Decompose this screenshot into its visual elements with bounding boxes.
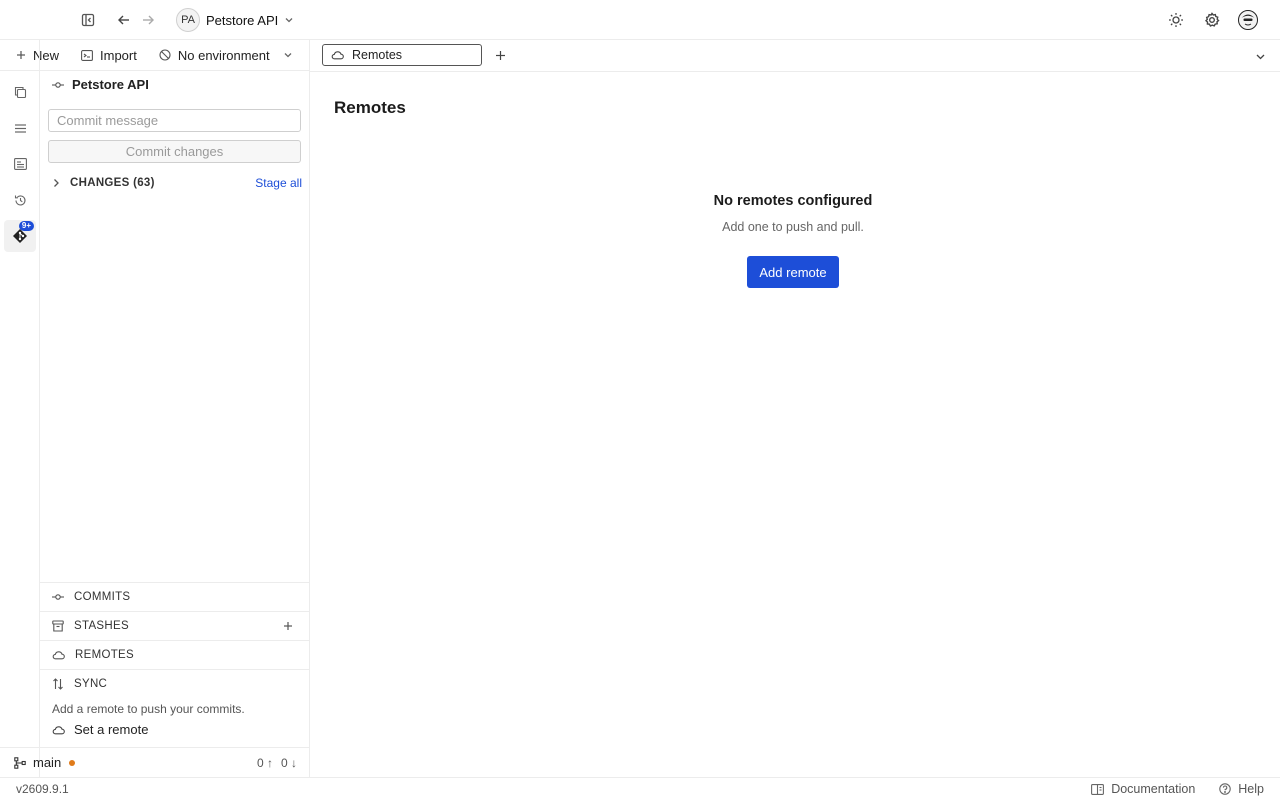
sidebar-header: Petstore API (52, 77, 149, 92)
user-avatar[interactable] (1236, 8, 1260, 32)
stage-all-button[interactable]: Stage all (255, 176, 302, 190)
book-icon (1091, 783, 1105, 795)
environment-label: No environment (177, 47, 270, 63)
project-name: Petstore API (206, 12, 279, 28)
commits-label: COMMITS (74, 591, 131, 603)
back-arrow-icon[interactable] (112, 8, 136, 32)
archive-icon (52, 620, 64, 632)
commit-changes-button[interactable]: Commit changes (48, 140, 301, 163)
cloud-icon (331, 50, 344, 60)
sun-icon[interactable] (1164, 8, 1188, 32)
stashes-section-header[interactable]: STASHES (40, 611, 309, 640)
branch-bar: main 0 ↑ 0 ↓ (0, 747, 310, 777)
import-icon (81, 49, 93, 61)
branch-icon (14, 756, 26, 769)
chevron-right-icon (52, 178, 60, 188)
status-bar: v2609.9.1 Documentation Help (0, 777, 1280, 800)
uncommitted-dot (69, 759, 76, 766)
add-remote-button[interactable]: Add remote (747, 256, 839, 288)
sidebar-toolbar: New Import No environment (0, 40, 310, 71)
remotes-section-header[interactable]: REMOTES (40, 640, 309, 669)
page-title: Remotes (334, 98, 406, 117)
new-tab-plus-icon[interactable] (490, 45, 510, 65)
history-icon (14, 194, 27, 207)
empty-state-subtitle: Add one to push and pull. (722, 220, 864, 234)
no-entry-icon (159, 49, 171, 61)
environment-selector[interactable]: No environment (155, 43, 297, 67)
toggle-sidebar-icon[interactable] (76, 8, 100, 32)
git-sidebar: Petstore API Commit changes CHANGES (63)… (40, 71, 310, 777)
import-label: Import (100, 47, 137, 63)
sync-counts[interactable]: 0 ↑ 0 ↓ (257, 756, 297, 770)
sync-arrows-icon (52, 678, 64, 690)
git-badge: 9+ (18, 221, 34, 231)
tab-strip: Remotes (310, 40, 1280, 72)
empty-state-title: No remotes configured (713, 193, 873, 209)
commit-node-icon (52, 593, 64, 601)
branch-name[interactable]: main (33, 755, 61, 770)
commits-section-header[interactable]: COMMITS (40, 582, 309, 611)
ahead-count: 0 ↑ (256, 755, 273, 770)
gear-icon[interactable] (1200, 8, 1224, 32)
copy-icon (14, 86, 27, 99)
activity-docs[interactable] (4, 148, 36, 180)
sync-label: SYNC (74, 678, 108, 690)
project-avatar: PA (176, 8, 200, 32)
stashes-label: STASHES (74, 620, 129, 632)
changes-label: CHANGES (63) (70, 177, 155, 189)
commit-message-input[interactable] (48, 109, 301, 132)
sidebar-title: Petstore API (72, 77, 149, 92)
activity-history[interactable] (4, 184, 36, 216)
chevron-down-icon (283, 50, 293, 60)
project-switcher[interactable]: PA Petstore API (176, 8, 294, 32)
cloud-icon (52, 725, 65, 735)
document-icon (13, 158, 27, 170)
activity-collections[interactable] (4, 76, 36, 108)
help-circle-icon (1219, 783, 1232, 795)
layers-icon (14, 122, 27, 135)
tab-list-chevron-down-icon[interactable] (1250, 46, 1270, 66)
version-label: v2609.9.1 (16, 782, 69, 796)
changes-section-header[interactable]: CHANGES (63) Stage all (52, 172, 302, 194)
help-link[interactable]: Help (1219, 782, 1264, 796)
remotes-label: REMOTES (75, 649, 134, 661)
add-stash-plus-icon[interactable] (283, 621, 293, 631)
set-remote-button[interactable]: Set a remote (52, 722, 148, 737)
activity-bar: 9+ (0, 40, 40, 777)
commit-node-icon (52, 81, 64, 89)
import-button[interactable]: Import (77, 43, 141, 67)
forward-arrow-icon[interactable] (136, 8, 160, 32)
activity-git[interactable]: 9+ (4, 220, 36, 252)
documentation-link[interactable]: Documentation (1091, 782, 1195, 796)
tab-remotes[interactable]: Remotes (322, 44, 482, 66)
title-bar: PA Petstore API (0, 0, 1280, 40)
chevron-down-icon (284, 15, 294, 25)
cloud-icon (52, 650, 65, 660)
sync-section-header[interactable]: SYNC (40, 669, 309, 698)
tab-label: Remotes (352, 48, 403, 62)
behind-count: 0 ↓ (280, 755, 297, 770)
sync-description: Add a remote to push your commits. (52, 702, 245, 716)
documentation-label: Documentation (1111, 782, 1196, 796)
help-label: Help (1238, 782, 1264, 796)
set-remote-label: Set a remote (74, 722, 149, 737)
activity-environments[interactable] (4, 112, 36, 144)
